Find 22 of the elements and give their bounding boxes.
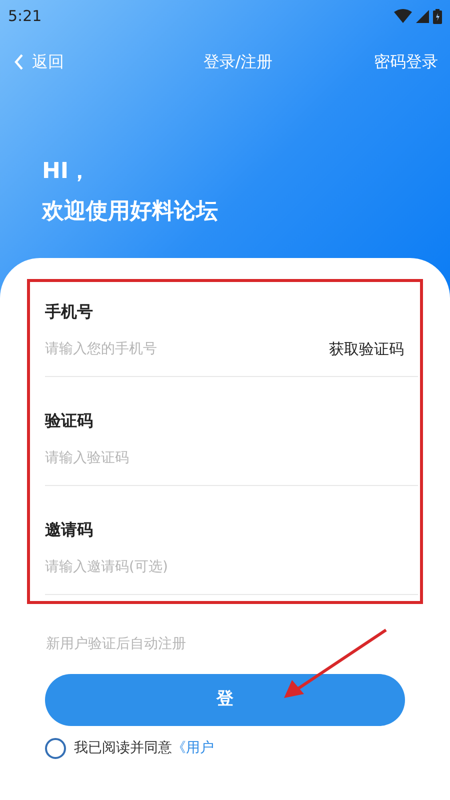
back-button[interactable]: 返回 xyxy=(14,50,64,74)
greeting: HI， xyxy=(42,158,92,186)
input-field[interactable]: 请输入邀请码(可选) xyxy=(45,554,418,580)
field-label: 验证码 xyxy=(45,411,94,431)
page-title: 登录/注册 xyxy=(203,51,273,73)
hint-text: 新用户验证后自动注册 xyxy=(46,635,187,654)
wifi-icon xyxy=(394,9,412,23)
password-login-link[interactable]: 密码登录 xyxy=(374,50,438,74)
user-agreement-link[interactable]: 《用户 xyxy=(172,740,214,756)
field-label: 手机号 xyxy=(45,302,94,322)
input-field[interactable]: 请输入验证码 xyxy=(45,445,418,471)
get-code-button[interactable]: 获取验证码 xyxy=(329,338,404,360)
clock: 5:21 xyxy=(8,6,42,27)
welcome-heading: 欢迎使用好料论坛 xyxy=(42,198,219,226)
input-field[interactable]: 请输入您的手机号 xyxy=(45,336,329,362)
signal-icon xyxy=(416,10,429,22)
back-icon xyxy=(14,54,24,70)
agree-checkbox[interactable] xyxy=(45,738,66,759)
agreement-text: 我已阅读并同意《用户 xyxy=(74,739,214,758)
login-button[interactable]: 登 xyxy=(45,674,405,726)
field-label: 邀请码 xyxy=(45,520,94,540)
battery-icon xyxy=(433,8,442,24)
